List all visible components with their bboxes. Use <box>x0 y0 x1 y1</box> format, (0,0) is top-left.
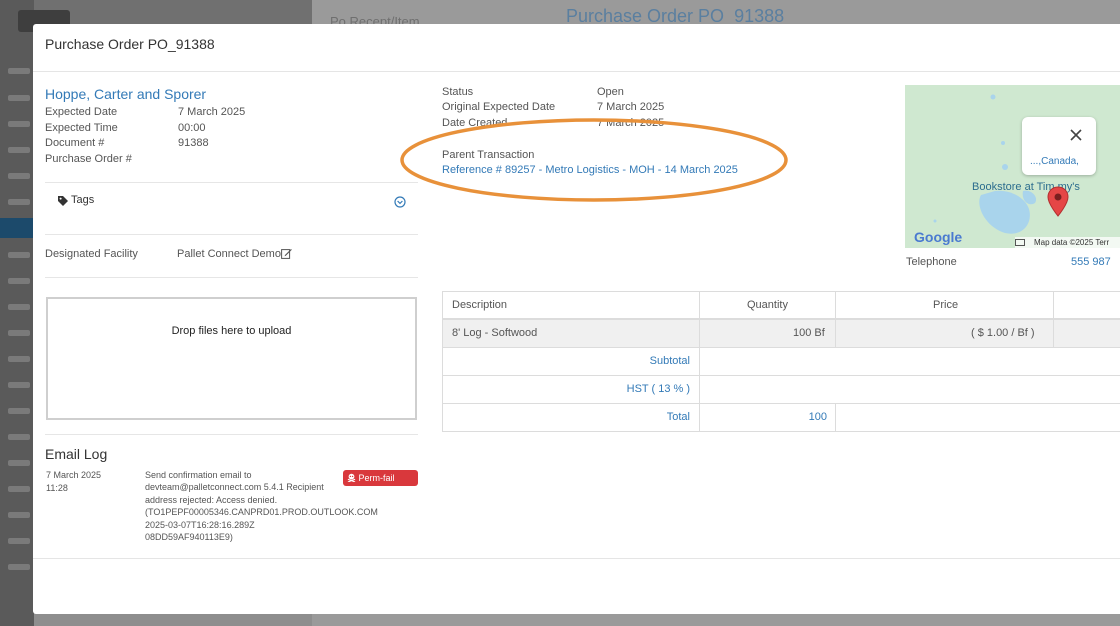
divider <box>45 277 418 278</box>
sidebar-item <box>8 121 30 127</box>
column-divider <box>1053 320 1054 347</box>
email-log-line: 2025-03-07T16:28:16.289Z <box>145 519 255 530</box>
email-log-date: 7 March 2025 <box>46 470 102 480</box>
perm-fail-badge: Perm-fail <box>343 470 418 486</box>
column-divider <box>699 320 700 347</box>
sidebar-item <box>8 252 30 258</box>
document-number-label: Document # <box>45 137 105 149</box>
email-log-line: 08DD59AF940113E9) <box>145 532 233 543</box>
email-log-line: (TO1PEPF00005346.CANPRD01.PROD.OUTLOOK.C… <box>145 507 378 518</box>
perm-fail-label: Perm-fail <box>358 473 395 483</box>
column-divider <box>835 292 836 318</box>
sidebar-item <box>8 486 30 492</box>
designated-facility-value: Pallet Connect Demo <box>177 248 281 260</box>
close-icon[interactable] <box>1070 129 1082 141</box>
divider <box>45 434 418 435</box>
map-pin-icon[interactable] <box>1047 186 1069 218</box>
total-row: Total 100 <box>442 404 1120 432</box>
purchase-order-number-label: Purchase Order # <box>45 153 132 165</box>
modal-footer-divider <box>33 558 1120 559</box>
purchase-order-modal: Purchase Order PO_91388 Hoppe, Carter an… <box>33 24 1120 614</box>
annotation-ellipse <box>400 118 788 202</box>
file-dropzone[interactable]: Drop files here to upload <box>46 297 417 420</box>
sidebar-item <box>8 68 30 74</box>
sidebar-item <box>8 512 30 518</box>
sidebar-item <box>8 434 30 440</box>
expected-time-value: 00:00 <box>178 122 206 134</box>
expected-date-value: 7 March 2025 <box>178 106 246 118</box>
total-label: Total <box>666 411 690 423</box>
tax-row: HST ( 13 % ) <box>442 376 1120 404</box>
table-row: 8' Log - Softwood 100 Bf ( $ 1.00 / Bf ) <box>442 320 1120 348</box>
column-divider <box>835 404 836 431</box>
sidebar-item <box>8 382 30 388</box>
email-log-time: 11:28 <box>46 483 68 493</box>
dropzone-text: Drop files here to upload <box>171 325 292 337</box>
original-expected-date-label: Original Expected Date <box>442 101 556 113</box>
map[interactable]: ...,Canada, Bookstore at Tim my's Google… <box>905 85 1120 248</box>
sidebar-item <box>8 564 30 570</box>
sidebar-item <box>8 330 30 336</box>
sidebar-item <box>8 199 30 205</box>
sidebar-item <box>8 408 30 414</box>
total-value: 100 <box>808 411 827 423</box>
sidebar-item <box>8 460 30 466</box>
document-number-value: 91388 <box>178 137 209 149</box>
map-attribution-text: Map data ©2025 Terr <box>1034 238 1110 247</box>
map-popup-link[interactable]: ...,Canada, <box>1030 156 1079 167</box>
map-info-popup: ...,Canada, <box>1022 117 1096 175</box>
column-divider <box>699 292 700 318</box>
keyboard-icon[interactable] <box>1015 239 1025 246</box>
email-log-line: address rejected: Access denied. <box>145 494 278 505</box>
modal-title: Purchase Order PO_91388 <box>45 36 215 52</box>
table-header-row: Description Quantity Price <box>442 291 1120 320</box>
company-link[interactable]: Hoppe, Carter and Sporer <box>45 86 206 102</box>
sidebar-item-active <box>0 218 34 238</box>
designated-facility-label: Designated Facility <box>45 248 138 260</box>
sidebar-item <box>8 173 30 179</box>
map-attribution: Map data ©2025 Terr <box>1015 237 1120 248</box>
status-value: Open <box>597 86 624 98</box>
google-logo: Google <box>914 229 963 245</box>
column-divider <box>835 320 836 347</box>
subtotal-row: Subtotal <box>442 348 1120 376</box>
email-log-title: Email Log <box>45 446 108 462</box>
edit-icon[interactable] <box>281 248 292 259</box>
divider <box>45 234 418 235</box>
sidebar-item <box>8 147 30 153</box>
column-divider <box>1053 292 1054 318</box>
telephone-value[interactable]: 555 987 <box>1071 256 1111 268</box>
divider <box>45 182 418 183</box>
original-expected-date-value: 7 March 2025 <box>597 101 665 113</box>
expected-date-label: Expected Date <box>45 106 118 118</box>
skull-crossbones-icon <box>347 473 356 482</box>
tags-label: Tags <box>71 194 95 206</box>
status-label: Status <box>442 86 474 98</box>
tags-icon <box>58 196 68 206</box>
sidebar-item <box>8 278 30 284</box>
background-sidebar <box>0 0 34 626</box>
sidebar-item <box>8 304 30 310</box>
email-log-datetime: 7 March 2025 11:28 <box>46 469 101 495</box>
expected-time-label: Expected Time <box>45 122 118 134</box>
sidebar-item <box>8 356 30 362</box>
modal-header: Purchase Order PO_91388 <box>33 24 1120 72</box>
sidebar-item <box>8 538 30 544</box>
sidebar-item <box>8 95 30 101</box>
telephone-label: Telephone <box>906 256 957 268</box>
